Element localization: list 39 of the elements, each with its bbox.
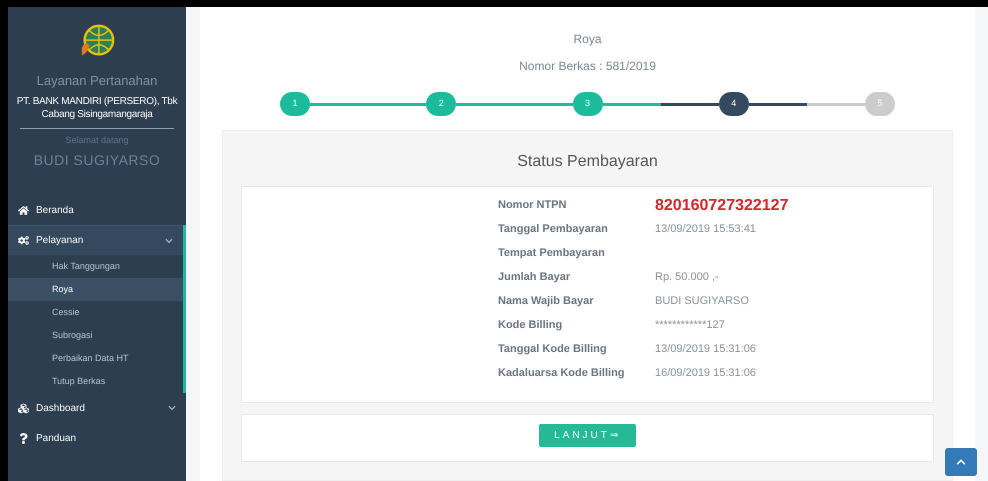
- field-value: Rp. 50.000 ,-: [655, 271, 719, 283]
- field-value: 16/09/2019 15:31:06: [655, 367, 756, 379]
- scroll-top-button[interactable]: [945, 448, 977, 476]
- submenu-item[interactable]: Cessie: [8, 301, 183, 324]
- question-icon: [18, 432, 29, 444]
- field-label: Tanggal Pembayaran: [498, 223, 609, 235]
- field-label: Nomor NTPN: [498, 199, 568, 211]
- chevron-down-icon: [165, 236, 173, 244]
- field-value: ************127: [655, 319, 725, 331]
- menu-item[interactable]: Pelayanan: [8, 225, 183, 255]
- gears-icon: [18, 235, 29, 246]
- page-title: Roya: [573, 31, 602, 48]
- organization-name: PT. BANK MANDIRI (PERSERO), Tbk Cabang Sisingamangaraja: [16, 94, 178, 120]
- submenu-item[interactable]: Roya: [8, 278, 183, 301]
- field-label: Jumlah Bayar: [498, 271, 572, 283]
- home-icon: [18, 204, 29, 216]
- submenu-item[interactable]: Hak Tanggungan: [8, 255, 183, 278]
- submenu-item[interactable]: Perbaikan Data HT: [8, 347, 183, 370]
- app-title: Layanan Pertanahan: [36, 72, 158, 90]
- menu-item[interactable]: Dashboard: [8, 393, 186, 423]
- file-number: Nomor Berkas : 581/2019: [519, 58, 656, 75]
- field-label: Tempat Pembayaran: [498, 247, 606, 259]
- field-value: 13/09/2019 15:31:06: [655, 343, 756, 355]
- field-label: Nama Wajib Bayar: [498, 295, 595, 307]
- submenu-item[interactable]: Subrogasi: [8, 324, 183, 347]
- field-value: 13/09/2019 15:53:41: [655, 223, 756, 235]
- field-label: Kadaluarsa Kode Billing: [498, 367, 626, 379]
- user-name: BUDI SUGIYARSO: [34, 151, 160, 170]
- menu-item[interactable]: Beranda: [8, 195, 186, 225]
- chevron-up-icon: [956, 457, 966, 467]
- cubes-icon: [18, 402, 29, 414]
- chevron-down-icon: [168, 404, 176, 412]
- field-value: 820160727322127: [655, 198, 788, 214]
- menu-item[interactable]: Panduan: [8, 423, 186, 453]
- field-label: Tanggal Kode Billing: [498, 343, 608, 355]
- panel-title: Status Pembayaran: [517, 152, 658, 172]
- submenu-item[interactable]: Tutup Berkas: [8, 370, 183, 393]
- field-label: Kode Billing: [498, 319, 564, 331]
- field-value: BUDI SUGIYARSO: [655, 295, 749, 307]
